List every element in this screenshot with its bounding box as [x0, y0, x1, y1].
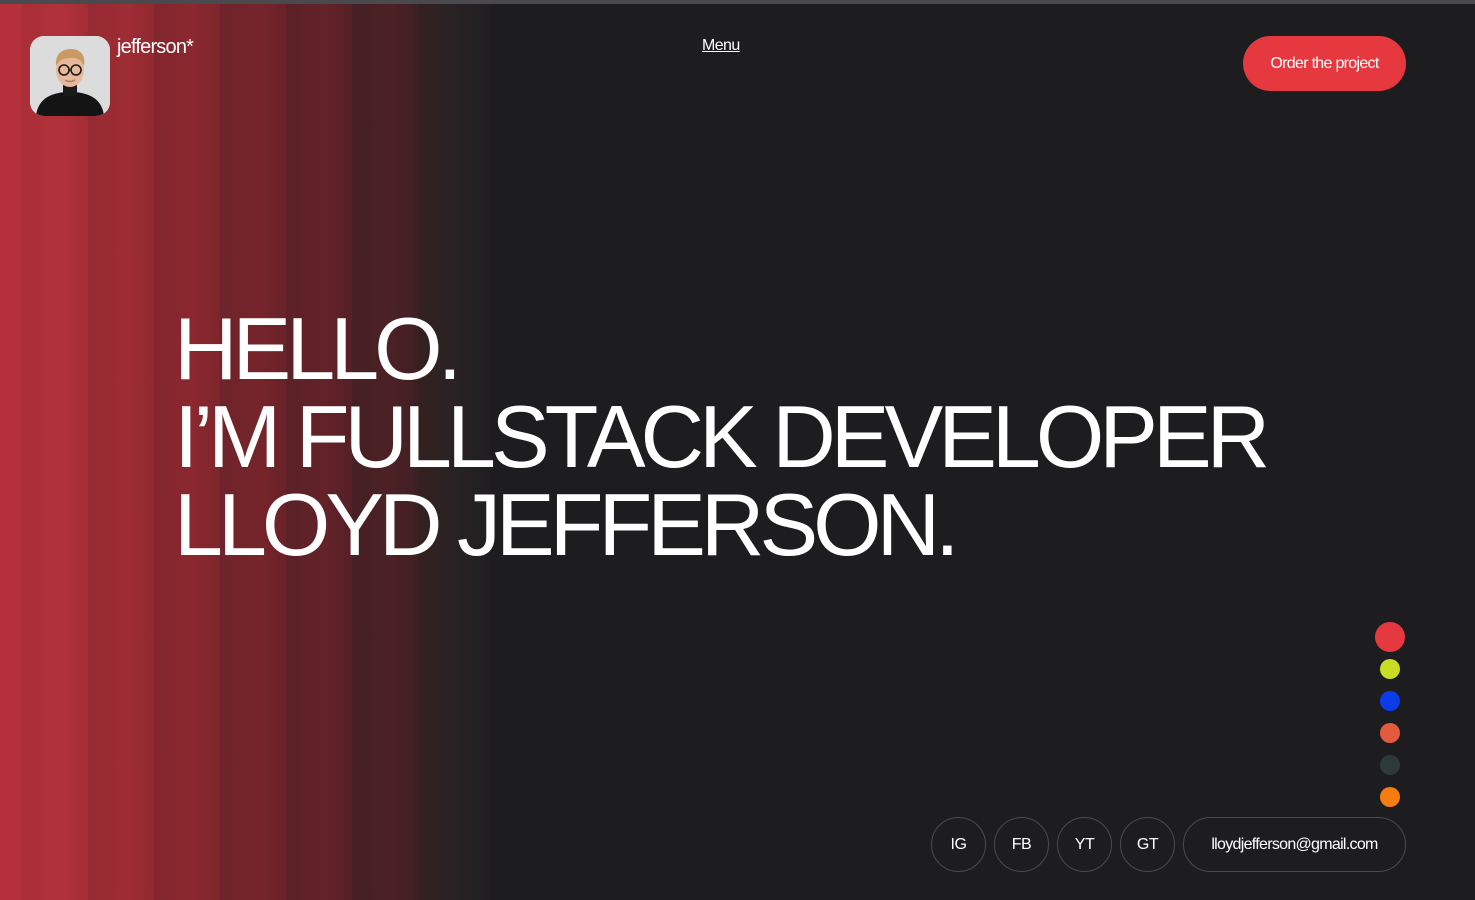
- color-swatch-red[interactable]: [1375, 622, 1405, 652]
- color-swatch-orange-red[interactable]: [1380, 723, 1400, 743]
- email-link[interactable]: lloydjefferson@gmail.com: [1183, 817, 1406, 872]
- avatar[interactable]: [30, 36, 110, 116]
- youtube-link[interactable]: YT: [1057, 817, 1112, 872]
- hero-line: HELLO.: [174, 299, 462, 398]
- color-swatch-orange[interactable]: [1380, 787, 1400, 807]
- hero-line: LLOYD JEFFERSON.: [174, 475, 960, 574]
- avatar-photo: [30, 36, 110, 116]
- stripe: [88, 4, 154, 900]
- hero-heading: HELLO. I’M FULLSTACK DEVELOPER LLOYD JEF…: [174, 305, 1324, 569]
- color-swatch-blue[interactable]: [1380, 691, 1400, 711]
- color-swatch-dark-green[interactable]: [1380, 755, 1400, 775]
- stripe: [0, 4, 22, 900]
- instagram-link[interactable]: IG: [931, 817, 986, 872]
- order-project-button[interactable]: Order the project: [1243, 36, 1406, 91]
- menu-link[interactable]: Menu: [702, 37, 740, 55]
- facebook-link[interactable]: FB: [994, 817, 1049, 872]
- brand-name[interactable]: jefferson*: [117, 36, 194, 59]
- github-link[interactable]: GT: [1120, 817, 1175, 872]
- stripe: [22, 4, 88, 900]
- hero-line: I’M FULLSTACK DEVELOPER: [174, 387, 1270, 486]
- color-swatch-lime[interactable]: [1380, 659, 1400, 679]
